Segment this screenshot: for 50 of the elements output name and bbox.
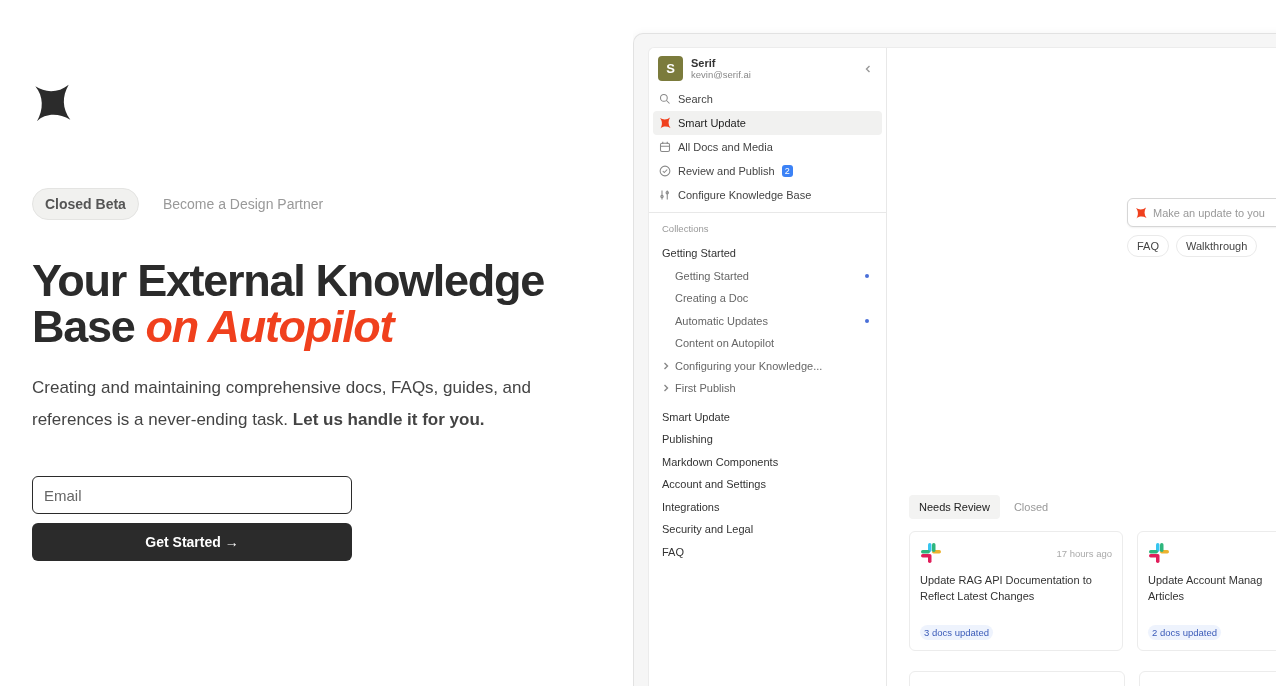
logo-icon: [32, 82, 72, 124]
collection-item[interactable]: Getting Started: [653, 242, 882, 265]
doc-item[interactable]: Getting Started: [662, 269, 865, 282]
spark-icon: [659, 117, 671, 129]
doc-item[interactable]: Configuring your Knowledge...: [675, 359, 873, 372]
email-field[interactable]: Email: [32, 476, 352, 514]
check-circle-icon: [659, 165, 671, 177]
collection-item[interactable]: Markdown Components: [653, 450, 882, 473]
spark-icon: [1135, 206, 1147, 219]
review-tab[interactable]: Needs Review: [909, 495, 1000, 519]
update-prompt-field[interactable]: Make an update to you: [1127, 198, 1276, 227]
calendar-icon: [659, 141, 671, 153]
doc-item[interactable]: Automatic Updates: [662, 314, 865, 327]
collection-item[interactable]: Security and Legal: [653, 518, 882, 541]
collection-item[interactable]: Smart Update: [653, 405, 882, 428]
workspace-avatar: S: [658, 56, 683, 81]
sliders-icon: [659, 189, 671, 201]
nav-item[interactable]: Smart Update: [653, 111, 882, 135]
docs-updated-badge: 2 docs updated: [1148, 625, 1221, 640]
count-badge: 2: [781, 165, 793, 177]
nav-item[interactable]: Review and Publish 2: [653, 159, 882, 183]
hash-logo-icon: [1148, 542, 1170, 564]
nav-item[interactable]: Configure Knowledge Base: [653, 183, 882, 207]
doc-item[interactable]: Content on Autopilot: [662, 337, 873, 350]
docs-updated-badge: 3 docs updated: [920, 625, 993, 640]
section-heading: Collections: [661, 223, 710, 236]
get-started-button[interactable]: Get Started →: [32, 523, 352, 561]
collection-item[interactable]: Integrations: [653, 495, 882, 518]
beta-badge: Closed Beta: [32, 188, 139, 220]
collection-item[interactable]: Account and Settings: [653, 473, 882, 496]
collection-item[interactable]: FAQ: [653, 540, 882, 563]
expand-chevron-icon[interactable]: [662, 384, 670, 393]
hash-logo-icon: [920, 542, 942, 564]
doc-item[interactable]: First Publish: [675, 382, 873, 395]
update-card[interactable]: Update Account Manag Articles 2 docs updated: [1137, 531, 1276, 651]
description: Creating and maintaining comprehensive docs, FAQs, guides, and references is a never-ending task. Let us handle it for you.: [32, 377, 532, 431]
nav-item[interactable]: Search: [653, 87, 882, 111]
timestamp: 17 hours ago: [1056, 547, 1112, 559]
card-title: Update RAG API Documentation to Reflect Latest Changes: [920, 573, 1093, 604]
workspace-name: Serif: [691, 57, 717, 69]
nav-item[interactable]: All Docs and Media: [653, 135, 882, 159]
collapse-chevron-icon[interactable]: [863, 63, 873, 74]
account-email: kevin@serif.ai: [691, 69, 752, 80]
expand-chevron-icon[interactable]: [662, 361, 670, 370]
headline: Your External Knowledge Base on Autopilot: [32, 258, 545, 350]
search-icon: [659, 93, 671, 105]
collection-item[interactable]: Publishing: [653, 428, 882, 451]
update-card[interactable]: 17 hours ago Update RAG API Documentation to Reflect Latest Changes 3 docs updated: [909, 531, 1123, 651]
doc-item[interactable]: Creating a Doc: [662, 292, 873, 305]
card-title: Update Account Manag Articles: [1148, 573, 1264, 604]
